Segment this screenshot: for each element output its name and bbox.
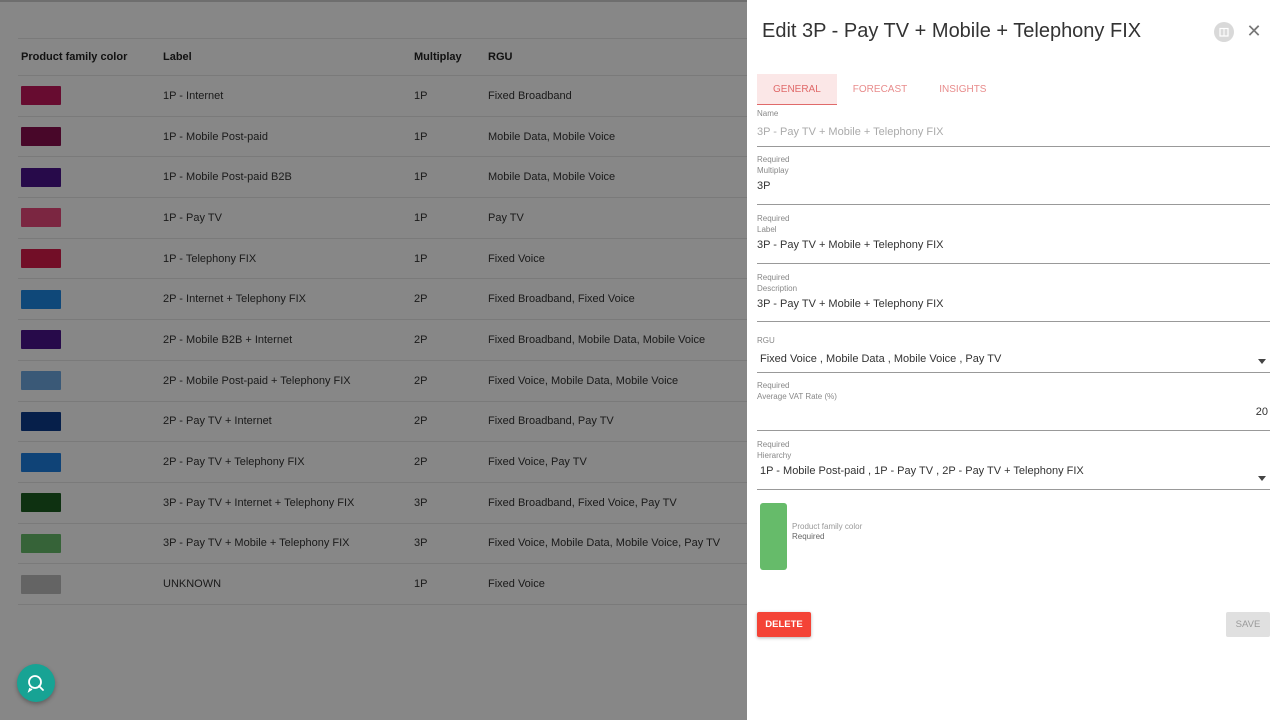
chat-button[interactable] bbox=[17, 664, 55, 702]
chevron-down-icon[interactable] bbox=[1258, 359, 1266, 364]
tab-forecast[interactable]: FORECAST bbox=[837, 74, 923, 105]
tab-general[interactable]: GENERAL bbox=[757, 74, 837, 105]
close-button[interactable]: ✕ bbox=[1246, 21, 1262, 41]
name-label: Name bbox=[757, 109, 779, 118]
hierarchy-label: Hierarchy bbox=[757, 451, 792, 460]
chevron-down-icon[interactable] bbox=[1258, 476, 1266, 481]
hierarchy-required: Required bbox=[757, 440, 790, 449]
save-button[interactable]: SAVE bbox=[1226, 612, 1270, 637]
rgu-field[interactable]: RGU Fixed Voice , Mobile Data , Mobile V… bbox=[757, 335, 1270, 373]
description-input[interactable]: 3P - Pay TV + Mobile + Telephony FIX bbox=[757, 296, 1270, 312]
color-required: Required bbox=[792, 532, 825, 541]
description-label: Description bbox=[757, 284, 798, 293]
label-field[interactable]: Required Label 3P - Pay TV + Mobile + Te… bbox=[757, 213, 1270, 264]
multiplay-required: Required bbox=[757, 155, 790, 164]
label-label: Label bbox=[757, 225, 777, 234]
vat-label: Average VAT Rate (%) bbox=[757, 392, 837, 401]
name-field[interactable]: Name 3P - Pay TV + Mobile + Telephony FI… bbox=[757, 108, 1270, 147]
description-required: Required bbox=[757, 273, 790, 282]
multiplay-input[interactable]: 3P bbox=[757, 178, 1270, 194]
rgu-select[interactable]: Fixed Voice , Mobile Data , Mobile Voice… bbox=[757, 351, 1270, 367]
chat-search-icon bbox=[27, 675, 44, 693]
label-required: Required bbox=[757, 214, 790, 223]
product-family-color-picker[interactable] bbox=[760, 503, 787, 570]
vat-field[interactable]: Required Average VAT Rate (%) 20 bbox=[757, 380, 1270, 431]
color-label: Product family color bbox=[792, 522, 863, 531]
tab-insights[interactable]: INSIGHTS bbox=[923, 74, 1002, 105]
name-input[interactable]: 3P - Pay TV + Mobile + Telephony FIX bbox=[757, 124, 1270, 140]
vat-input[interactable]: 20 bbox=[757, 404, 1270, 420]
drawer-tabs: GENERAL FORECAST INSIGHTS bbox=[757, 74, 1002, 105]
edit-drawer: Edit 3P - Pay TV + Mobile + Telephony FI… bbox=[747, 0, 1280, 720]
color-field-label: Product family color Required bbox=[792, 522, 862, 542]
calendar-icon bbox=[1219, 27, 1229, 37]
delete-button[interactable]: DELETE bbox=[757, 612, 811, 637]
calendar-button[interactable] bbox=[1214, 22, 1234, 42]
description-field[interactable]: Required Description 3P - Pay TV + Mobil… bbox=[757, 272, 1270, 322]
vat-required: Required bbox=[757, 381, 790, 390]
drawer-title: Edit 3P - Pay TV + Mobile + Telephony FI… bbox=[762, 20, 1142, 42]
hierarchy-field[interactable]: Required Hierarchy 1P - Mobile Post-paid… bbox=[757, 439, 1270, 490]
multiplay-field[interactable]: Required Multiplay 3P bbox=[757, 154, 1270, 205]
rgu-label: RGU bbox=[757, 336, 775, 345]
close-icon: ✕ bbox=[1246, 21, 1262, 41]
multiplay-label: Multiplay bbox=[757, 166, 789, 175]
hierarchy-select[interactable]: 1P - Mobile Post-paid , 1P - Pay TV , 2P… bbox=[757, 463, 1270, 479]
label-input[interactable]: 3P - Pay TV + Mobile + Telephony FIX bbox=[757, 237, 1270, 253]
modal-backdrop[interactable] bbox=[0, 0, 747, 720]
